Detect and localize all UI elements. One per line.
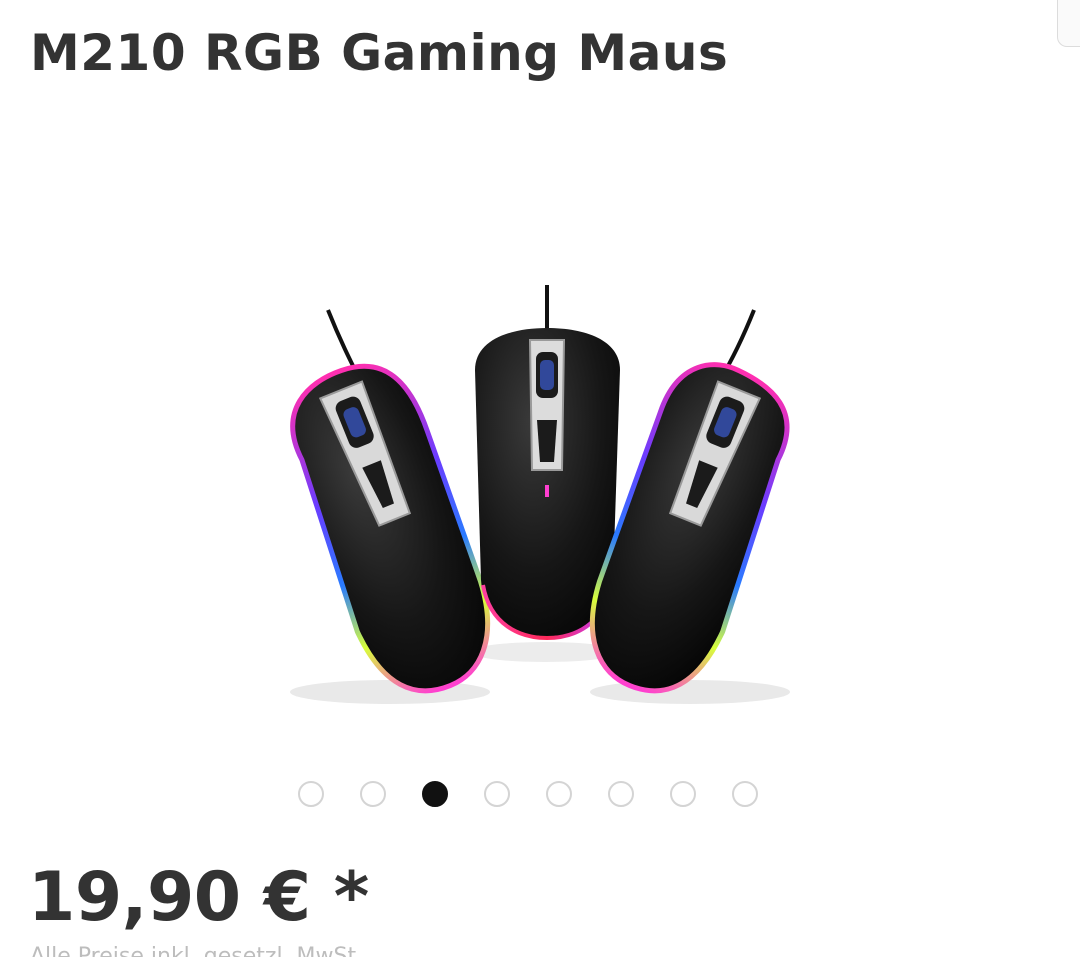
gallery-dot-1[interactable] bbox=[298, 781, 324, 807]
product-price: 19,90 € * bbox=[28, 858, 369, 937]
gallery-dot-3-active[interactable] bbox=[422, 781, 448, 807]
product-image[interactable] bbox=[270, 280, 810, 720]
scrollbar-corner bbox=[1057, 0, 1080, 47]
gallery-dot-8[interactable] bbox=[732, 781, 758, 807]
gallery-pagination bbox=[298, 781, 758, 807]
gallery-dot-7[interactable] bbox=[670, 781, 696, 807]
product-title: M210 RGB Gaming Maus bbox=[30, 24, 729, 82]
gallery-dot-2[interactable] bbox=[360, 781, 386, 807]
gallery-dot-5[interactable] bbox=[546, 781, 572, 807]
price-tax-note: Alle Preise inkl. gesetzl. MwSt. bbox=[30, 944, 364, 957]
gallery-dot-6[interactable] bbox=[608, 781, 634, 807]
gallery-dot-4[interactable] bbox=[484, 781, 510, 807]
product-image-gallery[interactable] bbox=[0, 260, 1080, 750]
